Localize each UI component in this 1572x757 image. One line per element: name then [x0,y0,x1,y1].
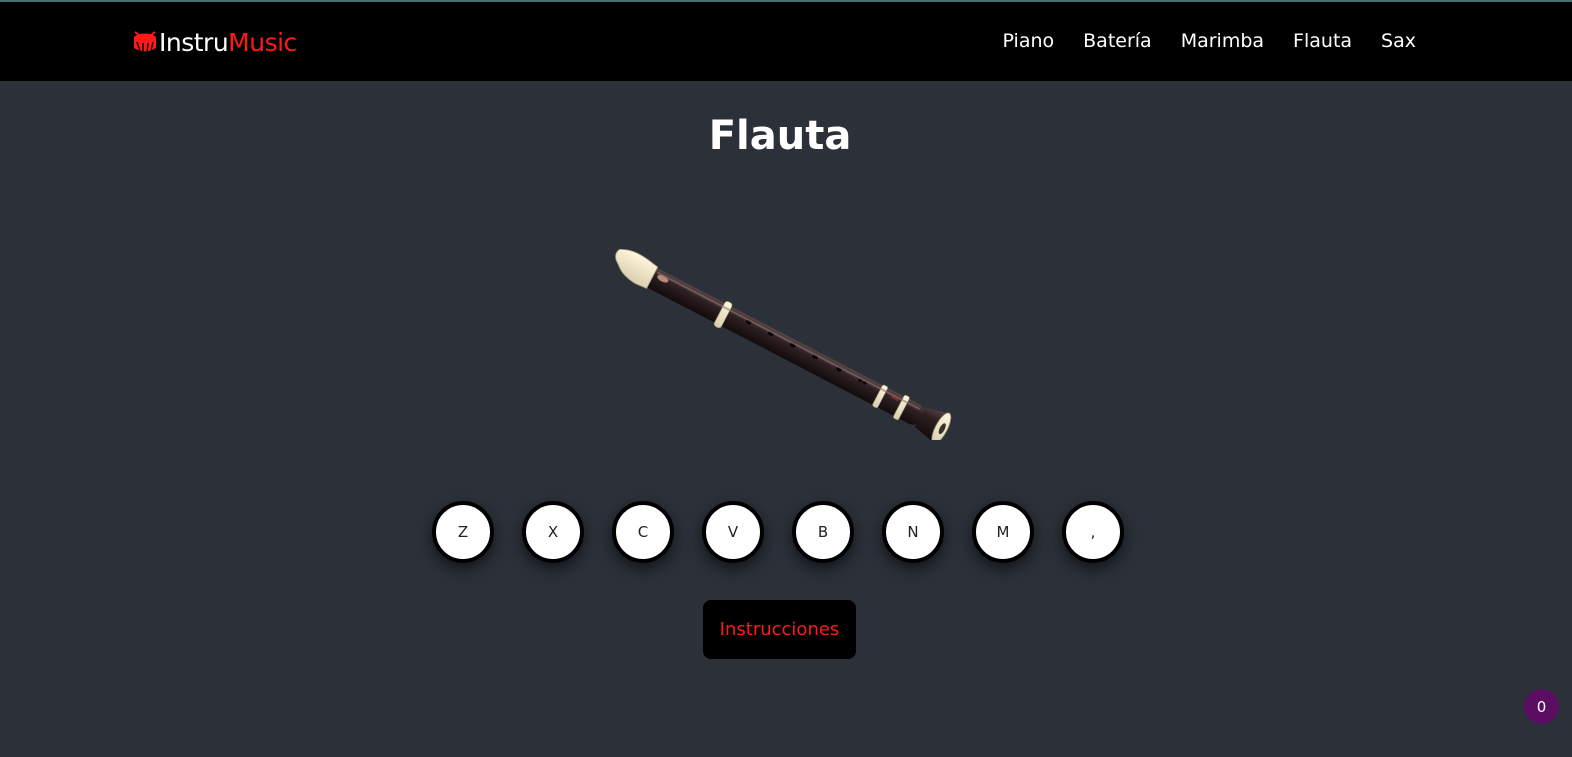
navbar: Instru Music Piano Batería Marimba Flauta… [0,2,1572,81]
key-z-button[interactable]: Z [432,501,494,563]
brand-name-part2: Music [228,27,297,57]
nav-link-marimba[interactable]: Marimba [1181,29,1264,53]
key-m-button[interactable]: M [972,501,1034,563]
key-v-button[interactable]: V [702,501,764,563]
page-title: Flauta [708,113,852,159]
recorder-flute-image [615,249,952,440]
brand-logo-link[interactable]: Instru Music [132,24,297,60]
key-c-button[interactable]: C [612,501,674,563]
key-b-button[interactable]: B [792,501,854,563]
nav-link-flauta[interactable]: Flauta [1293,29,1352,53]
nav-link-bateria[interactable]: Batería [1083,29,1152,53]
flute-keys: Z X C V B N M , [432,501,1124,563]
nav-links: Piano Batería Marimba Flauta Sax [1003,29,1417,53]
brand-name-part1: Instru [159,27,229,57]
instructions-button[interactable]: Instrucciones [703,600,856,659]
key-n-button[interactable]: N [882,501,944,563]
nav-link-piano[interactable]: Piano [1003,29,1055,53]
counter-badge[interactable]: 0 [1524,689,1559,724]
key-comma-button[interactable]: , [1062,501,1124,563]
drum-icon [134,31,156,54]
key-x-button[interactable]: X [522,501,584,563]
nav-link-sax[interactable]: Sax [1381,29,1416,53]
